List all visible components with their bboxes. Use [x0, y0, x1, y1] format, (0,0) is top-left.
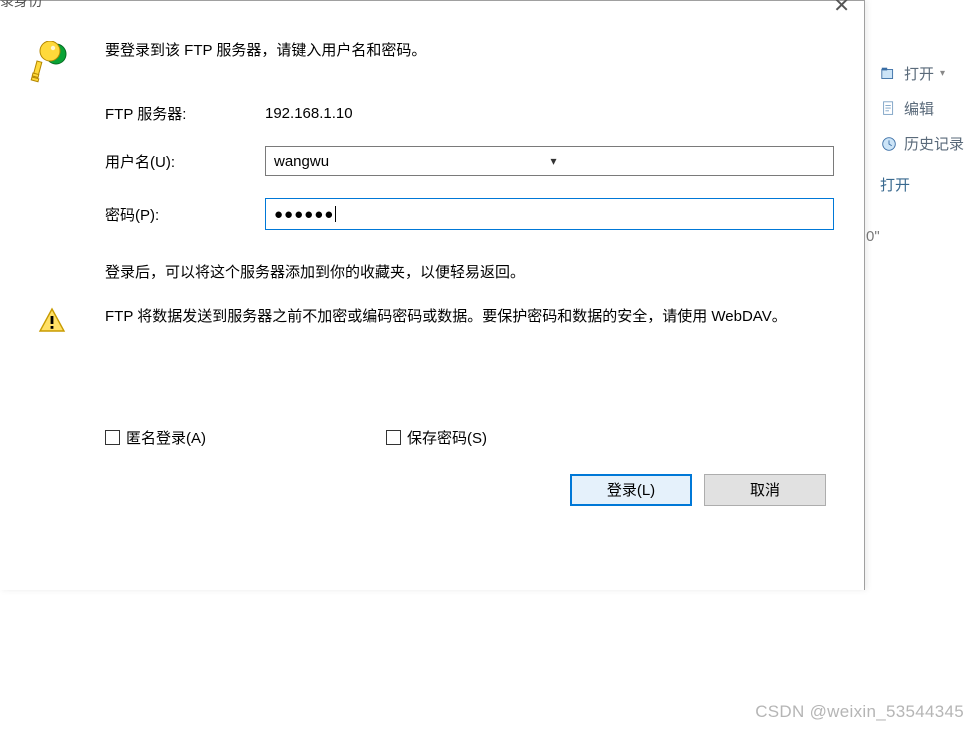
checkbox-box	[386, 430, 401, 445]
history-icon	[880, 135, 898, 153]
side-open2[interactable]: 打开	[880, 167, 980, 202]
side-history[interactable]: 历史记录	[880, 126, 980, 161]
instruction-text: 要登录到该 FTP 服务器，请键入用户名和密码。	[105, 39, 834, 63]
chevron-down-icon: ▾	[551, 154, 828, 168]
close-icon[interactable]: ✕	[833, 0, 850, 18]
side-open-label: 打开	[904, 63, 934, 84]
text-caret	[335, 206, 336, 222]
warning-text: FTP 将数据发送到服务器之前不加密或编码密码或数据。要保护密码和数据的安全，请…	[105, 304, 834, 337]
cancel-button-label: 取消	[750, 479, 780, 500]
username-label: 用户名(U):	[105, 151, 265, 172]
side-open-chevron: ▾	[940, 68, 945, 79]
checkbox-box	[105, 430, 120, 445]
background-fragment: 0"	[866, 228, 880, 245]
side-history-label: 历史记录	[904, 133, 964, 154]
side-open[interactable]: 打开 ▾	[880, 56, 980, 91]
side-edit-label: 编辑	[904, 98, 934, 119]
login-button-label: 登录(L)	[607, 479, 655, 500]
password-input[interactable]: ●●●●●●	[265, 198, 834, 230]
open-icon	[880, 65, 898, 83]
keys-icon	[30, 41, 70, 83]
password-label: 密码(P):	[105, 204, 265, 225]
username-value: wangwu	[274, 153, 551, 170]
server-label: FTP 服务器:	[105, 103, 265, 124]
save-password-checkbox[interactable]: 保存密码(S)	[386, 427, 487, 448]
username-combobox[interactable]: wangwu ▾	[265, 146, 834, 176]
ftp-login-dialog: 录身仂 ✕ 要登录到该 FTP 服务器，请键入用户名和密码。 FTP 服务器:	[0, 0, 865, 590]
warning-icon	[38, 307, 66, 333]
info-text: 登录后，可以将这个服务器添加到你的收藏夹，以便轻易返回。	[30, 260, 834, 286]
side-open2-label: 打开	[880, 174, 910, 195]
anonymous-checkbox[interactable]: 匿名登录(A)	[105, 427, 206, 448]
edit-icon	[880, 100, 898, 118]
dialog-title: 录身仂	[0, 0, 42, 11]
watermark: CSDN @weixin_53544345	[755, 702, 964, 722]
server-value: 192.168.1.10	[265, 105, 834, 122]
password-value: ●●●●●●	[274, 206, 334, 223]
login-button[interactable]: 登录(L)	[570, 474, 692, 506]
save-password-label: 保存密码(S)	[407, 427, 487, 448]
titlebar: 录身仂 ✕	[0, 1, 864, 9]
side-edit[interactable]: 编辑	[880, 91, 980, 126]
side-panel: 打开 ▾ 编辑 历史记录 打开	[880, 56, 980, 202]
anonymous-label: 匿名登录(A)	[126, 427, 206, 448]
cancel-button[interactable]: 取消	[704, 474, 826, 506]
